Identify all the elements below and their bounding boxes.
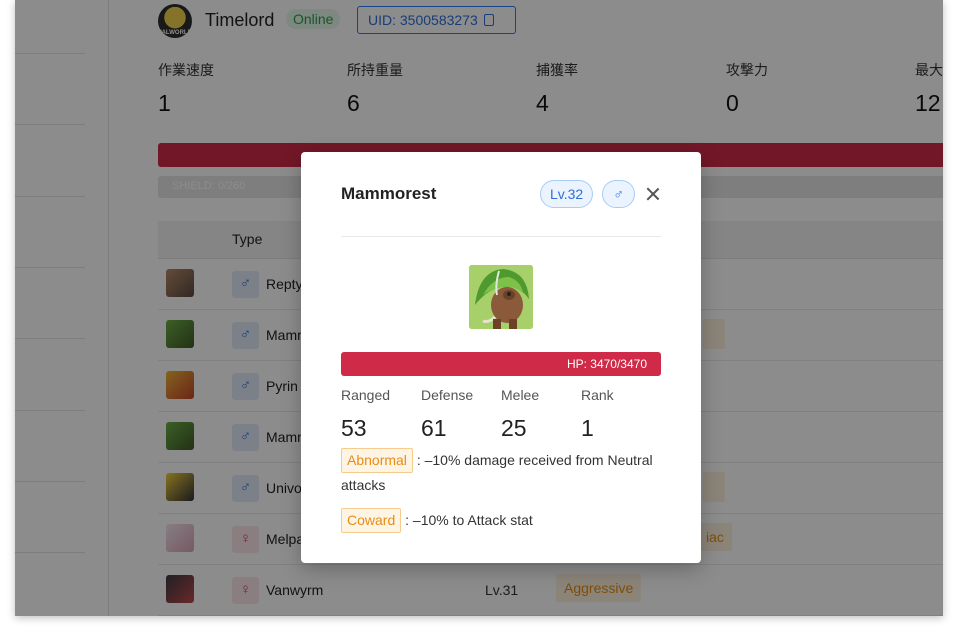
pal-portrait	[469, 265, 533, 329]
stat-melee: Melee 25	[501, 387, 539, 442]
trait-tag: Abnormal	[341, 448, 413, 473]
stat-label: Ranged	[341, 387, 391, 403]
stat-label: Rank	[581, 387, 614, 403]
stat-value: 61	[421, 415, 447, 441]
trait-coward: Coward : –10% to Attack stat	[341, 508, 661, 533]
divider	[341, 236, 661, 237]
male-icon: ♂	[602, 180, 635, 208]
stat-defense: Defense 61	[421, 387, 473, 442]
trait-description: : –10% to Attack stat	[405, 512, 533, 528]
pal-hp-bar: HP: 3470/3470	[341, 352, 661, 376]
stat-label: Defense	[421, 387, 474, 403]
stat-label: Melee	[501, 387, 540, 403]
stat-value: 53	[341, 415, 367, 441]
mammorest-image	[469, 265, 533, 329]
modal-title: Mammorest	[341, 184, 437, 203]
pal-detail-modal: Mammorest Lv.32 ♂ HP: 3470/3470 Ranged 5…	[301, 152, 701, 563]
trait-abnormal: Abnormal : –10% damage received from Neu…	[341, 448, 661, 498]
level-badge: Lv.32	[540, 180, 594, 208]
close-icon[interactable]	[644, 185, 662, 203]
stat-rank: Rank 1	[581, 387, 614, 442]
stat-value: 1	[581, 415, 594, 441]
stat-value: 25	[501, 415, 527, 441]
trait-tag: Coward	[341, 508, 402, 533]
stat-ranged: Ranged 53	[341, 387, 390, 442]
